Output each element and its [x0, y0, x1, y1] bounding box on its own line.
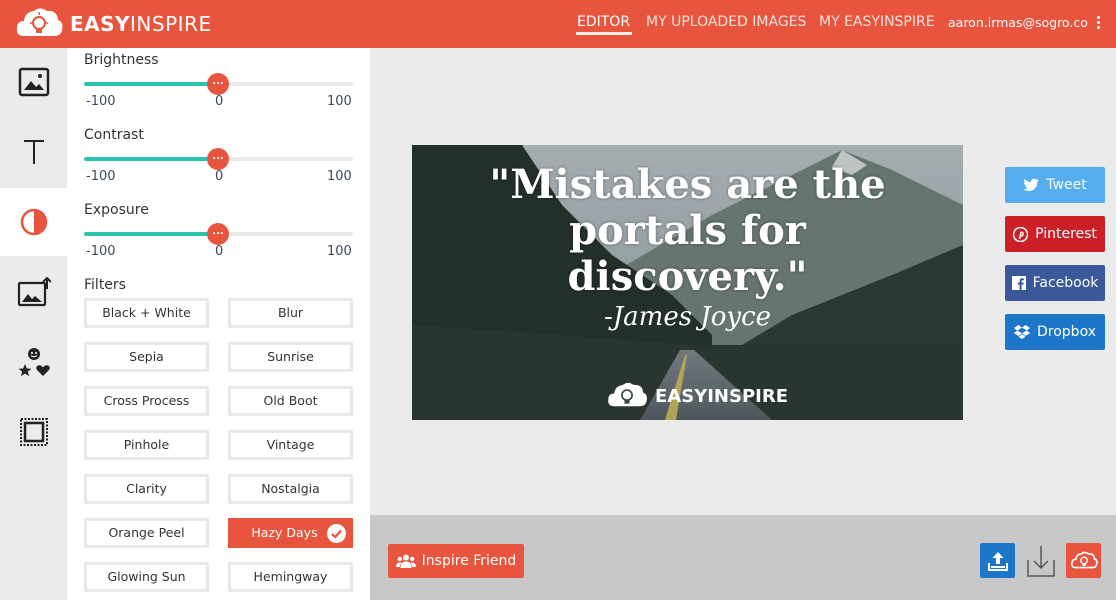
filter-button[interactable]: Vintage	[228, 430, 353, 460]
top-bar: EASYINSPIRE EDITOR MY UPLOADED IMAGES MY…	[0, 0, 1116, 48]
twitter-icon	[1023, 178, 1040, 192]
brightness-slider[interactable]: ...	[84, 73, 353, 95]
exposure-slider-fill	[84, 232, 218, 236]
download-icon	[1026, 545, 1055, 577]
logo[interactable]: EASYINSPIRE	[14, 4, 212, 44]
nav-my-uploaded-images[interactable]: MY UPLOADED IMAGES	[646, 14, 806, 30]
quote-line-3: discovery."	[567, 253, 808, 300]
brand-name-bold: EASY	[70, 12, 131, 36]
filter-button-selected[interactable]: Hazy Days	[228, 518, 353, 548]
dropbox-label: Dropbox	[1037, 324, 1096, 340]
rail-item-adjustments[interactable]	[0, 188, 67, 256]
filters-heading: Filters	[84, 277, 126, 293]
brightness-value: 0	[215, 94, 224, 109]
brightness-slider-handle[interactable]: ...	[207, 73, 229, 95]
cloud-bulb-logo-icon	[1070, 551, 1098, 568]
brightness-max: 100	[327, 94, 352, 109]
tweet-button[interactable]: Tweet	[1005, 167, 1105, 203]
filter-button[interactable]: Hemingway	[228, 562, 353, 592]
cloud-bulb-logo-icon	[608, 382, 647, 407]
checkmark-icon	[327, 524, 346, 543]
inspire-friend-label: Inspire Friend	[421, 553, 517, 569]
rail-item-text[interactable]	[0, 118, 67, 186]
contrast-min: -100	[86, 169, 116, 184]
adjustments-panel: Brightness ... -100 0 100 Contrast ... -…	[67, 48, 370, 600]
filter-button[interactable]: Pinhole	[84, 430, 209, 460]
quote-author: -James Joyce	[603, 302, 772, 332]
exposure-max: 100	[327, 244, 352, 259]
nav-active-indicator	[576, 32, 632, 35]
filter-button[interactable]: Sepia	[84, 342, 209, 372]
rail-item-stickers[interactable]	[0, 328, 67, 396]
pinterest-icon	[1013, 226, 1029, 242]
upload-icon	[987, 551, 1008, 571]
filter-button[interactable]: Sunrise	[228, 342, 353, 372]
filter-button[interactable]: Clarity	[84, 474, 209, 504]
tweet-label: Tweet	[1046, 177, 1087, 193]
exposure-slider[interactable]: ...	[84, 223, 353, 245]
nav-editor[interactable]: EDITOR	[577, 14, 630, 30]
exposure-label: Exposure	[84, 202, 149, 218]
cloud-bulb-logo-icon	[16, 8, 63, 36]
filter-button[interactable]: Old Boot	[228, 386, 353, 416]
brightness-label: Brightness	[84, 52, 159, 68]
contrast-slider-fill	[84, 157, 218, 161]
image-icon	[18, 67, 49, 97]
pinterest-button[interactable]: Pinterest	[1005, 216, 1105, 252]
contrast-label: Contrast	[84, 127, 144, 143]
filter-button[interactable]: Orange Peel	[84, 518, 209, 548]
nav-my-easyinspire[interactable]: MY EASYINSPIRE	[819, 14, 935, 30]
download-button[interactable]	[1023, 543, 1058, 578]
rail-item-upload-image[interactable]	[0, 258, 67, 326]
filter-button[interactable]: Blur	[228, 298, 353, 328]
filter-button[interactable]: Nostalgia	[228, 474, 353, 504]
exposure-value: 0	[215, 244, 224, 259]
quote-watermark-text: EASYINSPIRE	[655, 385, 788, 407]
group-icon	[395, 554, 416, 568]
upload-button[interactable]	[980, 543, 1015, 578]
brightness-min: -100	[86, 94, 116, 109]
stickers-icon	[18, 348, 50, 377]
image-upload-icon	[17, 277, 51, 307]
tool-rail	[0, 48, 67, 600]
dropbox-icon	[1014, 325, 1030, 339]
text-icon	[23, 140, 44, 164]
contrast-value: 0	[215, 169, 224, 184]
exposure-slider-handle[interactable]: ...	[207, 223, 229, 245]
filter-button[interactable]: Glowing Sun	[84, 562, 209, 592]
user-email[interactable]: aaron.irmas@sogro.co	[948, 15, 1088, 30]
facebook-icon	[1011, 276, 1026, 290]
facebook-label: Facebook	[1032, 275, 1099, 291]
frame-icon	[19, 418, 48, 446]
save-to-easyinspire-button[interactable]	[1066, 543, 1101, 578]
inspire-friend-button[interactable]: Inspire Friend	[388, 544, 524, 578]
quote-watermark: EASYINSPIRE	[605, 379, 788, 413]
more-menu-icon[interactable]	[1097, 16, 1101, 32]
facebook-button[interactable]: Facebook	[1005, 265, 1105, 301]
quote-line-2: portals for	[569, 207, 806, 254]
brand-name-rest: INSPIRE	[130, 12, 212, 36]
contrast-slider[interactable]: ...	[84, 148, 353, 170]
rail-item-frames[interactable]	[0, 398, 67, 466]
rail-item-background-image[interactable]	[0, 48, 67, 116]
contrast-icon	[20, 208, 47, 236]
dropbox-button[interactable]: Dropbox	[1005, 314, 1105, 350]
contrast-max: 100	[327, 169, 352, 184]
filter-button-label: Hazy Days	[251, 525, 318, 540]
quote-image[interactable]: "Mistakes are the portals for discovery.…	[412, 145, 963, 420]
filter-button[interactable]: Cross Process	[84, 386, 209, 416]
filter-button[interactable]: Black + White	[84, 298, 209, 328]
quote-line-1: "Mistakes are the	[489, 161, 886, 208]
brightness-slider-fill	[84, 82, 218, 86]
pinterest-label: Pinterest	[1035, 226, 1097, 242]
exposure-min: -100	[86, 244, 116, 259]
contrast-slider-handle[interactable]: ...	[207, 148, 229, 170]
